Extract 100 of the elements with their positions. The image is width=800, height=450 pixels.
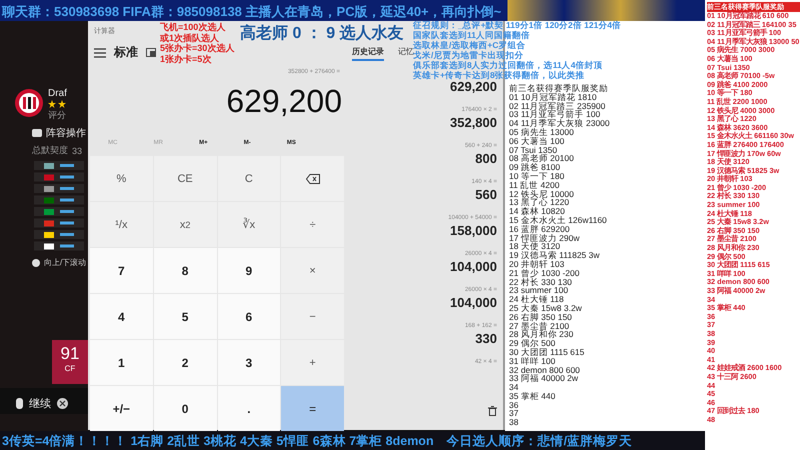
notepad-line: 35 掌柜 440 — [509, 392, 556, 401]
digit-key[interactable]: 5 — [154, 294, 216, 339]
notepad-line: 24 杜大锤 118 — [509, 295, 565, 304]
stars-icon — [48, 100, 68, 108]
function-key[interactable]: ¹/x — [90, 202, 153, 247]
notepad-line: 14 森林 10820 — [509, 207, 565, 216]
trash-icon[interactable] — [488, 406, 497, 416]
card-rating: 91 — [60, 344, 80, 364]
top-banner: 聊天群：530983698 FIFA群：985098138 主播人在青岛，PC版，延迟40+，再向扑倒~ — [0, 0, 705, 21]
operator-key[interactable]: × — [281, 248, 344, 293]
badge-icon — [32, 128, 42, 138]
history-result: 352,800 — [450, 115, 497, 130]
digit-key[interactable]: 2 — [154, 340, 216, 385]
card-position: CF — [64, 364, 76, 373]
rule-text: 5张办卡=30次选人 — [160, 43, 234, 54]
digit-key[interactable]: 9 — [218, 248, 280, 293]
rule-text: 飞机=100次选人 — [160, 22, 226, 32]
digit-key[interactable]: +/− — [90, 386, 153, 431]
notepad-line: 18 天使 3120 — [509, 242, 560, 252]
notepad-line: 26 右脚 350 150 — [509, 312, 573, 322]
operator-key[interactable]: − — [281, 294, 344, 339]
backspace-icon — [306, 174, 320, 184]
notepad-line: 38 — [509, 418, 520, 428]
digit-key[interactable]: 3 — [218, 340, 280, 385]
notepad-line: 30 大团团 1115 615 — [509, 348, 586, 357]
menu-icon[interactable] — [94, 48, 106, 58]
notepad-line: 16 蓝胖 629200 — [509, 224, 571, 234]
notepad-line: 11 乱世 4200 — [509, 180, 560, 190]
close-icon[interactable] — [57, 398, 68, 408]
result-display: 629,200 — [225, 82, 343, 120]
notepad-line: 前三名获得赛季队服奖励 — [509, 84, 609, 93]
notepad-line: 32 demon 800 600 — [509, 366, 581, 374]
notepad-line: 03 11月亚军弓箭手 100 — [509, 110, 600, 120]
notepad-line: 01 10月冠军踏花 1810 — [509, 92, 597, 102]
notepad-line: 23 summer 100 — [509, 286, 568, 296]
notepad-line: 08 高老师 20100 — [509, 154, 575, 164]
notepad-line: 29 偶尔 500 — [509, 339, 556, 348]
notepad-line: 21 曾少 1030 -200 — [509, 268, 580, 278]
history-result: 104,000 — [450, 295, 497, 310]
history-result: 104,000 — [450, 259, 497, 274]
notepad-line: 28 风月和你 230 — [509, 330, 574, 340]
club-crest-icon — [14, 88, 44, 118]
digit-key[interactable]: 6 — [218, 294, 280, 339]
chemistry-label: 总默契度 — [32, 144, 68, 157]
notepad-line: 33 阿福 40000 2w — [509, 374, 578, 384]
function-key[interactable]: ∛x — [218, 202, 280, 247]
operator-key[interactable]: ÷ — [281, 202, 344, 247]
digit-key[interactable]: 4 — [90, 294, 153, 339]
notepad-line: 22 村长 330 130 — [509, 278, 573, 286]
notepad-line: 09 跳爸 8100 — [509, 163, 562, 172]
history-result: 629,200 — [450, 79, 497, 94]
history-tab[interactable]: 记忆 — [398, 46, 414, 61]
rule-text: 国家队套选到11人同国籍翻倍 — [413, 30, 531, 40]
history-result: 560 — [475, 187, 497, 202]
history-result: 330 — [475, 331, 497, 346]
mouse-icon — [16, 398, 23, 408]
lineup-label: 阵容操作 — [46, 126, 86, 140]
score-title: 高老师 0 ： 9 选人水友 — [240, 23, 404, 44]
digit-key[interactable]: 8 — [154, 248, 216, 293]
notepad-line: 37 — [509, 409, 520, 418]
history-result: 158,000 — [450, 223, 497, 238]
function-key[interactable]: % — [90, 156, 153, 201]
rule-text: 1张办卡=5次 — [160, 54, 212, 64]
notepad-line: 12 铁头尼 10000 — [509, 190, 575, 198]
equals-key[interactable]: = — [281, 386, 344, 431]
notepad-line: 06 大薯当 100 — [509, 136, 566, 146]
rating-label: 评分 — [48, 109, 67, 122]
mode-title: 标准 — [114, 44, 138, 61]
notepad-line: 17 悍匪波力 290w — [509, 234, 580, 242]
notepad-line: 25 大秦 15w8 3.2w — [509, 304, 583, 313]
rule-text: 选取林皇/选取梅西+C罗组合 — [413, 40, 526, 50]
notepad-line: 31 咩咩 100 — [509, 356, 556, 366]
notepad-line: 13 黑了心 1220 — [509, 198, 570, 208]
notepad-line: 27 墨尘昔 2100 — [509, 322, 570, 330]
notepad-line: 36 — [509, 400, 520, 410]
digit-key[interactable]: 0 — [154, 386, 216, 431]
continue-button[interactable]: 继续 — [29, 396, 51, 410]
notepad-line: 07 Tsui 1350 — [509, 146, 558, 154]
scroll-stick-icon — [32, 258, 40, 268]
rule-text: 戈米/尼贾为地雷卡出现扣分 — [413, 50, 524, 60]
window-icon[interactable] — [146, 48, 156, 57]
operator-key[interactable]: + — [281, 340, 344, 385]
notepad-line: 19 汉德马索 111825 3w — [509, 251, 601, 260]
rule-text: 征召规则：_总评+默契 119分1倍 120分2倍 121分4倍 — [413, 20, 622, 30]
rule-text: 俱乐部套选到8人实力过回翻倍，选11人4倍封顶 — [413, 60, 604, 70]
notepad-line: 15 金木水火土 126w1160 — [509, 216, 608, 225]
scroll-hint: 向上/下滚动 — [44, 257, 86, 268]
function-key[interactable]: C — [218, 156, 280, 201]
notepad-line: 02 11月冠军踏三 235900 — [509, 102, 606, 110]
digit-key[interactable]: . — [218, 386, 280, 431]
rule-text: 英雄卡+传奇卡达到8张获得翻倍，以此类推 — [413, 70, 586, 80]
notepad-line: 04 11月季军大灰狼 23000 — [509, 119, 611, 128]
digit-key[interactable]: 1 — [90, 340, 153, 385]
digit-key[interactable]: 7 — [90, 248, 153, 293]
notepad-line: 34 — [509, 383, 520, 392]
function-key[interactable]: CE — [154, 156, 216, 201]
history-tab[interactable]: 历史记录 — [352, 46, 384, 61]
notepad-line: 20 井朝轩 103 — [509, 260, 566, 269]
notepad-line: 05 病先生 13000 — [509, 128, 574, 137]
rule-text: 或1次插队选人 — [160, 32, 220, 43]
